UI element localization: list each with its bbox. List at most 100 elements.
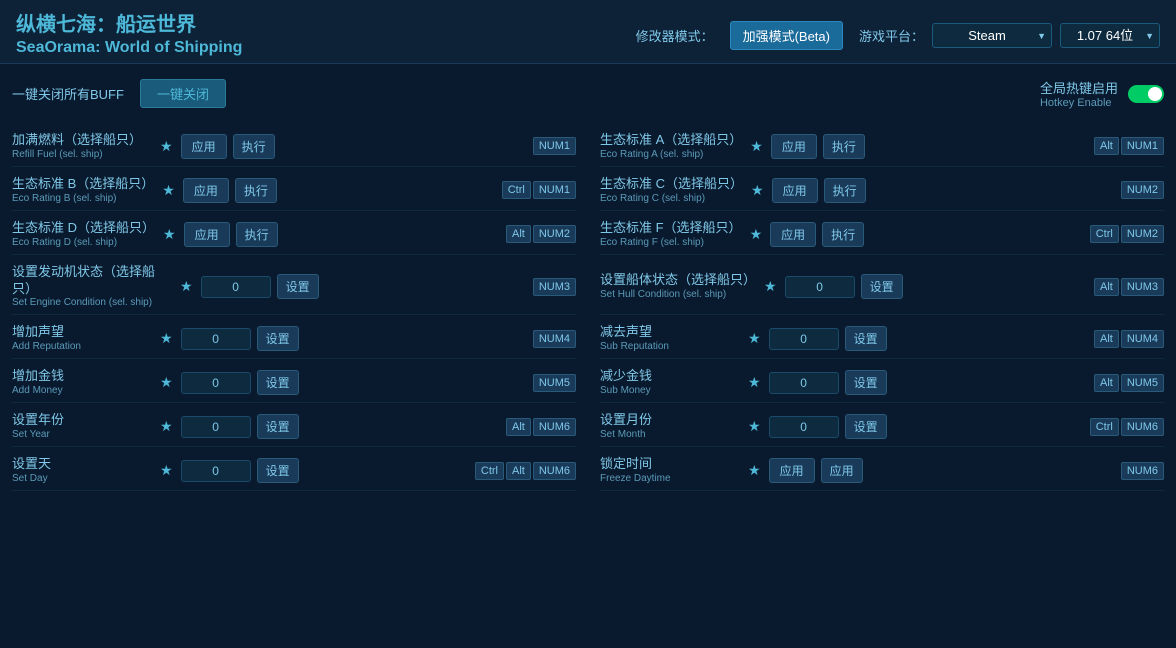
star-button[interactable]: ★	[746, 418, 763, 435]
key-group: AltNUM5	[1094, 374, 1164, 392]
apply-button[interactable]: 应用	[771, 134, 817, 159]
key-tag: Alt	[1094, 278, 1119, 296]
star-button[interactable]: ★	[158, 374, 175, 391]
one-key-button[interactable]: 一键关闭	[140, 79, 226, 108]
exec-button[interactable]: 应用	[821, 458, 863, 483]
star-button[interactable]: ★	[746, 462, 763, 479]
row-cn: 增加声望	[12, 324, 152, 341]
row-en: Set Month	[600, 429, 740, 441]
apply-button[interactable]: 应用	[769, 458, 815, 483]
platform-select[interactable]: Steam	[932, 23, 1052, 48]
row-en: Set Engine Condition (sel. ship)	[12, 297, 172, 309]
table-row: 设置发动机状态（选择船只）Set Engine Condition (sel. …	[12, 259, 576, 316]
value-input[interactable]	[181, 328, 251, 350]
row-info: 锁定时间Freeze Daytime	[600, 456, 740, 485]
row-info: 减去声望Sub Reputation	[600, 324, 740, 353]
row-info: 设置月份Set Month	[600, 412, 740, 441]
key-tag: Alt	[1094, 137, 1119, 155]
row-cn: 减去声望	[600, 324, 740, 341]
row-en: Eco Rating A (sel. ship)	[600, 149, 742, 161]
star-button[interactable]: ★	[746, 374, 763, 391]
exec-button[interactable]: 设置	[257, 326, 299, 351]
row-cn: 减少金钱	[600, 368, 740, 385]
version-select[interactable]: 1.07 64位	[1060, 23, 1160, 48]
one-key-label: 一键关闭所有BUFF	[12, 84, 124, 103]
value-input[interactable]	[769, 416, 839, 438]
star-button[interactable]: ★	[160, 182, 177, 199]
apply-button[interactable]: 应用	[181, 134, 227, 159]
row-cn: 加满燃料（选择船只）	[12, 132, 152, 149]
row-info: 生态标准 F（选择船只）Eco Rating F (sel. ship)	[600, 220, 742, 249]
row-en: Set Hull Condition (sel. ship)	[600, 289, 756, 301]
star-button[interactable]: ★	[158, 138, 175, 155]
row-right: 设置AltNUM6	[257, 414, 576, 439]
row-right: 设置 AltNUM5	[845, 370, 1164, 395]
star-button[interactable]: ★	[161, 226, 178, 243]
table-row: 生态标准 D（选择船只）Eco Rating D (sel. ship)★应用执…	[12, 215, 576, 255]
key-group: CtrlNUM2	[1090, 225, 1164, 243]
value-input[interactable]	[785, 276, 855, 298]
key-tag: Ctrl	[1090, 225, 1119, 243]
key-group: AltNUM3	[1094, 278, 1164, 296]
row-info: 生态标准 C（选择船只）Eco Rating C (sel. ship)	[600, 176, 743, 205]
platform-select-wrapper: Steam	[932, 23, 1052, 48]
key-group: AltNUM4	[1094, 330, 1164, 348]
value-input[interactable]	[769, 328, 839, 350]
exec-button[interactable]: 执行	[822, 222, 864, 247]
star-button[interactable]: ★	[748, 226, 765, 243]
value-input[interactable]	[181, 416, 251, 438]
star-button[interactable]: ★	[158, 330, 175, 347]
star-button[interactable]: ★	[762, 278, 779, 295]
exec-button[interactable]: 设置	[257, 414, 299, 439]
key-group: NUM5	[533, 374, 576, 392]
apply-button[interactable]: 应用	[183, 178, 229, 203]
key-tag: NUM5	[1121, 374, 1164, 392]
key-tag: NUM3	[533, 278, 576, 296]
table-row: 加满燃料（选择船只）Refill Fuel (sel. ship)★应用执行NU…	[12, 127, 576, 167]
value-input[interactable]	[181, 372, 251, 394]
value-input[interactable]	[769, 372, 839, 394]
star-button[interactable]: ★	[746, 330, 763, 347]
exec-button[interactable]: 设置	[861, 274, 903, 299]
hotkey-cn: 全局热键启用	[1040, 78, 1118, 97]
platform-label: 游戏平台：	[859, 26, 924, 45]
apply-button[interactable]: 应用	[772, 178, 818, 203]
exec-button[interactable]: 执行	[235, 178, 277, 203]
key-tag: NUM2	[1121, 225, 1164, 243]
key-tag: Alt	[506, 462, 531, 480]
row-right: 设置 AltNUM4	[845, 326, 1164, 351]
star-button[interactable]: ★	[158, 418, 175, 435]
key-tag: NUM1	[533, 181, 576, 199]
platform-section: 游戏平台： Steam 1.07 64位	[859, 23, 1160, 48]
exec-button[interactable]: 设置	[257, 458, 299, 483]
value-input[interactable]	[201, 276, 271, 298]
apply-button[interactable]: 应用	[184, 222, 230, 247]
mode-button[interactable]: 加强模式(Beta)	[730, 21, 843, 50]
row-right: 设置 NUM5	[257, 370, 576, 395]
exec-button[interactable]: 执行	[824, 178, 866, 203]
exec-button[interactable]: 执行	[233, 134, 275, 159]
apply-button[interactable]: 应用	[770, 222, 816, 247]
star-button[interactable]: ★	[749, 182, 766, 199]
value-input[interactable]	[181, 460, 251, 482]
row-info: 设置天Set Day	[12, 456, 152, 485]
row-en: Eco Rating B (sel. ship)	[12, 193, 154, 205]
exec-button[interactable]: 设置	[845, 414, 887, 439]
row-right: 设置CtrlNUM6	[845, 414, 1164, 439]
exec-button[interactable]: 设置	[277, 274, 319, 299]
exec-button[interactable]: 设置	[845, 326, 887, 351]
exec-button[interactable]: 设置	[257, 370, 299, 395]
exec-button[interactable]: 执行	[823, 134, 865, 159]
star-button[interactable]: ★	[178, 278, 195, 295]
key-tag: Ctrl	[1090, 418, 1119, 436]
row-en: Refill Fuel (sel. ship)	[12, 149, 152, 161]
row-cn: 生态标准 B（选择船只）	[12, 176, 154, 193]
table-row: 减少金钱Sub Money ★ 设置 AltNUM5	[600, 363, 1164, 403]
hotkey-toggle[interactable]	[1128, 85, 1164, 103]
row-info: 减少金钱Sub Money	[600, 368, 740, 397]
star-button[interactable]: ★	[748, 138, 765, 155]
exec-button[interactable]: 执行	[236, 222, 278, 247]
key-tag: NUM4	[533, 330, 576, 348]
exec-button[interactable]: 设置	[845, 370, 887, 395]
star-button[interactable]: ★	[158, 462, 175, 479]
